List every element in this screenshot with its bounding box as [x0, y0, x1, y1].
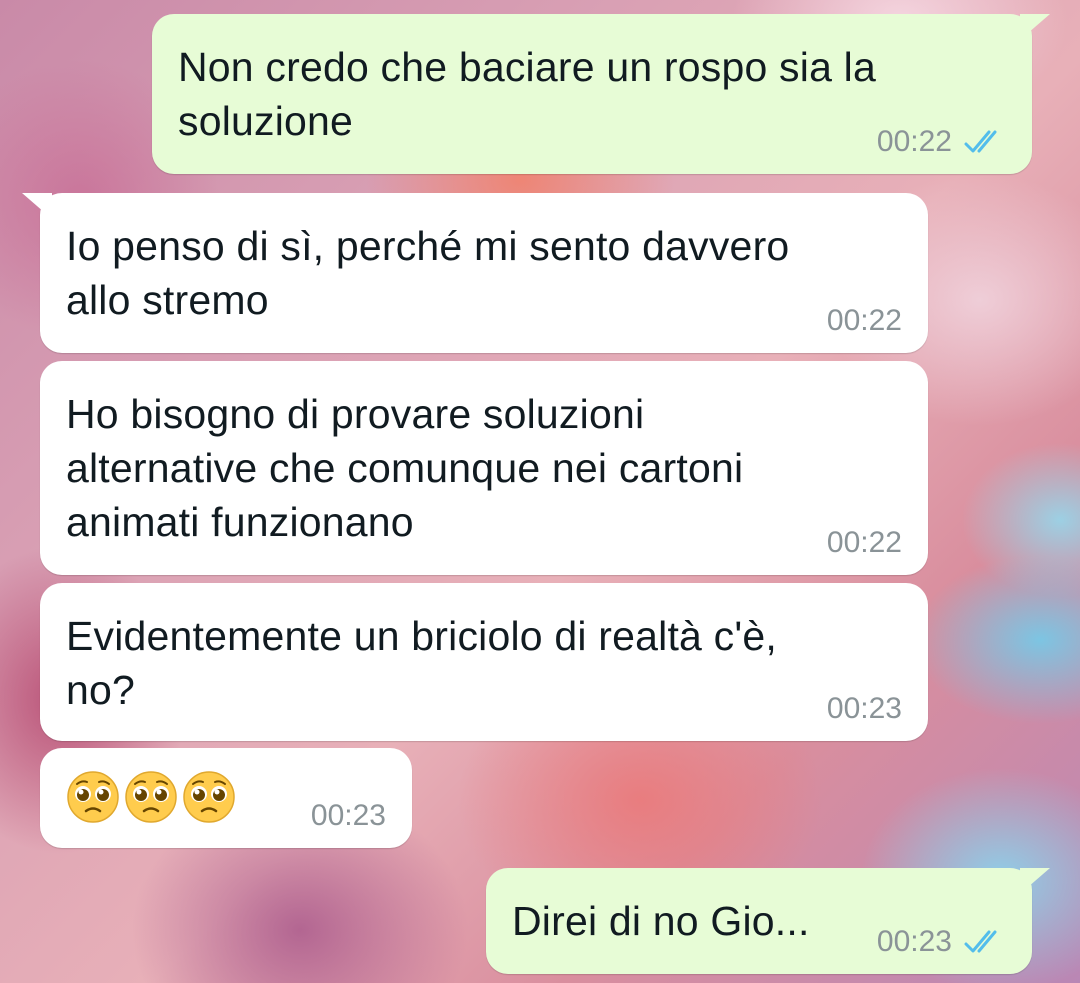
message-text: Direi di no Gio...: [512, 898, 810, 944]
message-bubble-outgoing[interactable]: Direi di no Gio... 00:23: [486, 868, 1050, 974]
message-bubble-incoming[interactable]: Evidentemente un briciolo di realtà c'è,…: [40, 583, 928, 741]
pleading-face-emoji-icon: [67, 771, 119, 823]
pleading-face-emoji-icon: [125, 771, 177, 823]
double-check-read-icon: [964, 130, 997, 153]
message-bubble-incoming[interactable]: Io penso di sì, perché mi sento davvero …: [22, 193, 928, 353]
chat-messages-list[interactable]: Non credo che baciare un rospo sia la so…: [0, 0, 1080, 983]
message-bubble-incoming[interactable]: Ho bisogno di provare soluzioni alternat…: [40, 361, 928, 575]
message-time: 00:22: [876, 125, 952, 158]
message-bubble-incoming[interactable]: 00:23: [40, 748, 412, 848]
message-time: 00:22: [826, 304, 902, 337]
message-time: 00:23: [876, 925, 952, 958]
bubble-tail: [1020, 14, 1050, 40]
message-text: Io penso di sì, perché mi sento davvero …: [66, 223, 790, 323]
message-meta: 00:22: [827, 525, 902, 561]
message-text: Evidentemente un briciolo di realtà c'è,…: [66, 613, 777, 713]
bubble-tail: [1020, 868, 1050, 894]
emoji-row: [66, 770, 236, 824]
message-time: 00:23: [310, 799, 386, 832]
message-time: 00:23: [826, 692, 902, 725]
double-check-read-icon: [964, 930, 997, 953]
message-meta: 00:22: [827, 303, 902, 339]
message-meta: 00:22: [877, 124, 1006, 160]
message-time: 00:22: [826, 526, 902, 559]
message-meta: 00:23: [827, 691, 902, 727]
message-meta: 00:23: [877, 924, 1006, 960]
message-bubble-outgoing[interactable]: Non credo che baciare un rospo sia la so…: [152, 14, 1050, 174]
message-meta: 00:23: [311, 798, 386, 834]
pleading-face-emoji-icon: [183, 771, 235, 823]
bubble-tail: [22, 193, 52, 219]
message-text: Non credo che baciare un rospo sia la so…: [178, 44, 876, 144]
message-text: Ho bisogno di provare soluzioni alternat…: [66, 391, 744, 545]
